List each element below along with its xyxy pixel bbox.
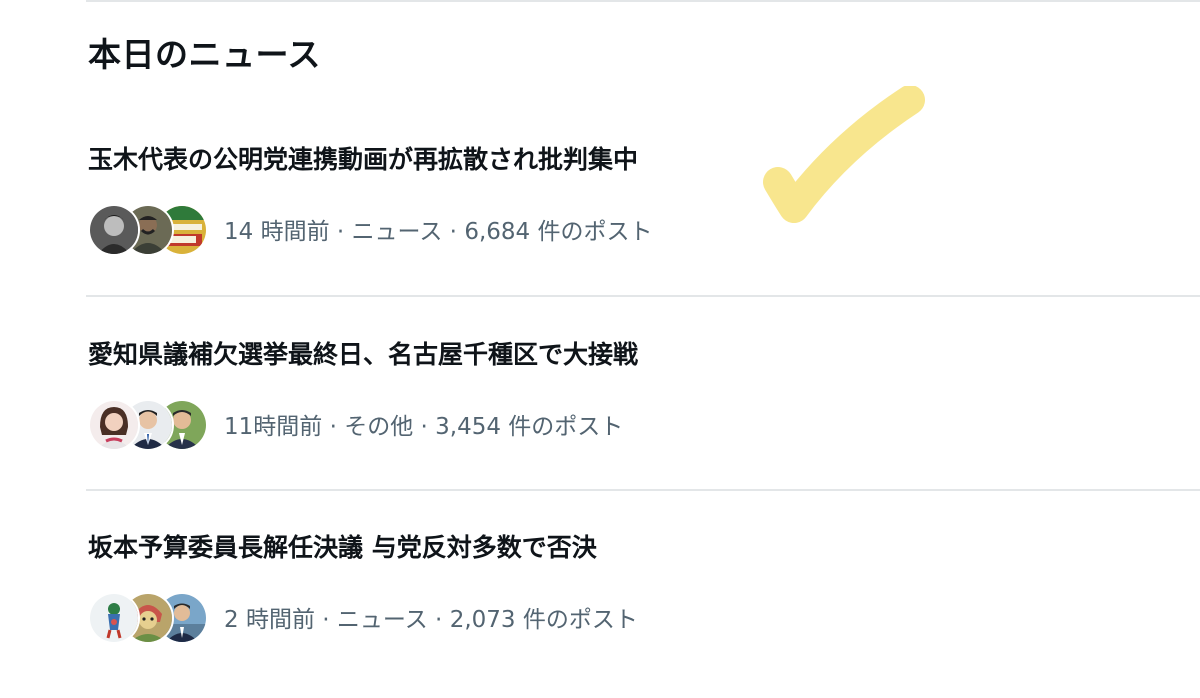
- avatar: [88, 592, 140, 644]
- news-post-count: 3,454 件のポスト: [435, 414, 624, 440]
- news-item-3[interactable]: 坂本予算委員長解任決議 与党反対多数で否決 2 時間前 · ニュース · 2,0…: [88, 528, 1200, 698]
- news-category: ニュース: [336, 607, 428, 633]
- meta-separator: ·: [322, 414, 345, 440]
- avatar-group: [88, 202, 210, 256]
- news-meta-text: 2 時間前 · ニュース · 2,073 件のポスト: [224, 600, 638, 634]
- news-time: 2 時間前: [224, 607, 315, 633]
- meta-separator: ·: [413, 414, 436, 440]
- news-time: 11時間前: [224, 414, 323, 440]
- avatar: [88, 204, 140, 256]
- news-category: ニュース: [351, 219, 443, 245]
- avatar: [88, 399, 140, 451]
- news-time: 14 時間前: [224, 219, 330, 245]
- news-headline[interactable]: 坂本予算委員長解任決議 与党反対多数で否決: [88, 528, 597, 564]
- news-item-2[interactable]: 愛知県議補欠選挙最終日、名古屋千種区で大接戦 11時間前 · その他 · 3,4…: [88, 335, 1200, 525]
- news-meta-text: 11時間前 · その他 · 3,454 件のポスト: [224, 407, 623, 441]
- divider: [86, 295, 1200, 297]
- avatar-group: [88, 397, 210, 451]
- meta-separator: ·: [314, 607, 337, 633]
- meta-separator: ·: [442, 219, 465, 245]
- meta-separator: ·: [427, 607, 450, 633]
- news-meta: 11時間前 · その他 · 3,454 件のポスト: [88, 397, 623, 451]
- news-meta-text: 14 時間前 · ニュース · 6,684 件のポスト: [224, 212, 652, 246]
- news-post-count: 6,684 件のポスト: [464, 219, 653, 245]
- news-panel: 本日のニュース 玉木代表の公明党連携動画が再拡散され批判集中 14 時間前 · …: [0, 0, 1200, 698]
- top-divider: [86, 0, 1200, 2]
- section-title: 本日のニュース: [88, 35, 321, 74]
- avatar-group: [88, 590, 210, 644]
- meta-separator: ·: [329, 219, 352, 245]
- news-post-count: 2,073 件のポスト: [449, 607, 638, 633]
- news-headline[interactable]: 玉木代表の公明党連携動画が再拡散され批判集中: [88, 140, 638, 176]
- news-item-1[interactable]: 玉木代表の公明党連携動画が再拡散され批判集中 14 時間前 · ニュース · 6…: [88, 140, 1200, 330]
- divider: [86, 489, 1200, 491]
- news-category: その他: [344, 414, 414, 440]
- news-meta: 14 時間前 · ニュース · 6,684 件のポスト: [88, 202, 652, 256]
- news-headline[interactable]: 愛知県議補欠選挙最終日、名古屋千種区で大接戦: [88, 335, 638, 371]
- news-meta: 2 時間前 · ニュース · 2,073 件のポスト: [88, 590, 638, 644]
